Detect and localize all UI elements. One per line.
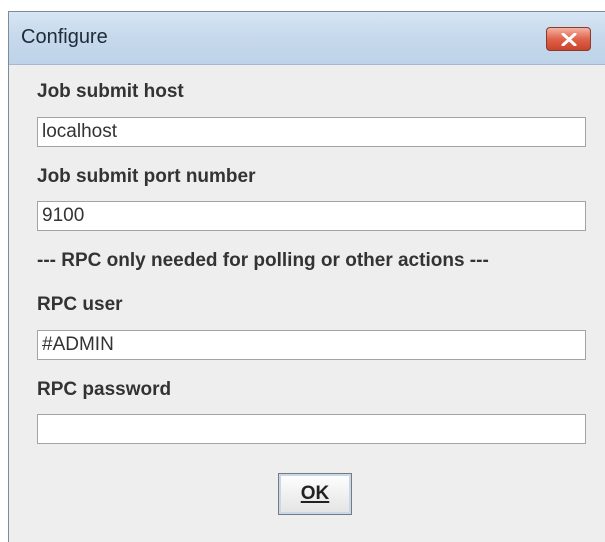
job-submit-port-input[interactable] bbox=[37, 201, 586, 231]
ok-button[interactable]: OK bbox=[278, 473, 352, 515]
dialog-content: Job submit host Job submit port number -… bbox=[9, 65, 605, 542]
close-icon bbox=[561, 33, 577, 46]
rpc-user-input[interactable] bbox=[37, 330, 586, 360]
job-submit-host-input[interactable] bbox=[37, 117, 586, 147]
window-title: Configure bbox=[21, 26, 108, 48]
ok-button-label: OK bbox=[300, 483, 330, 504]
rpc-password-input[interactable] bbox=[37, 414, 586, 444]
rpc-user-label: RPC user bbox=[37, 294, 123, 315]
close-button[interactable] bbox=[546, 27, 591, 51]
job-submit-port-label: Job submit port number bbox=[37, 166, 256, 187]
rpc-password-label: RPC password bbox=[37, 379, 172, 400]
rpc-separator-text: --- RPC only needed for polling or other… bbox=[37, 250, 489, 271]
configure-dialog: Configure Job submit host Job submit por… bbox=[8, 11, 605, 542]
job-submit-host-label: Job submit host bbox=[37, 81, 184, 102]
title-bar: Configure bbox=[9, 12, 605, 65]
